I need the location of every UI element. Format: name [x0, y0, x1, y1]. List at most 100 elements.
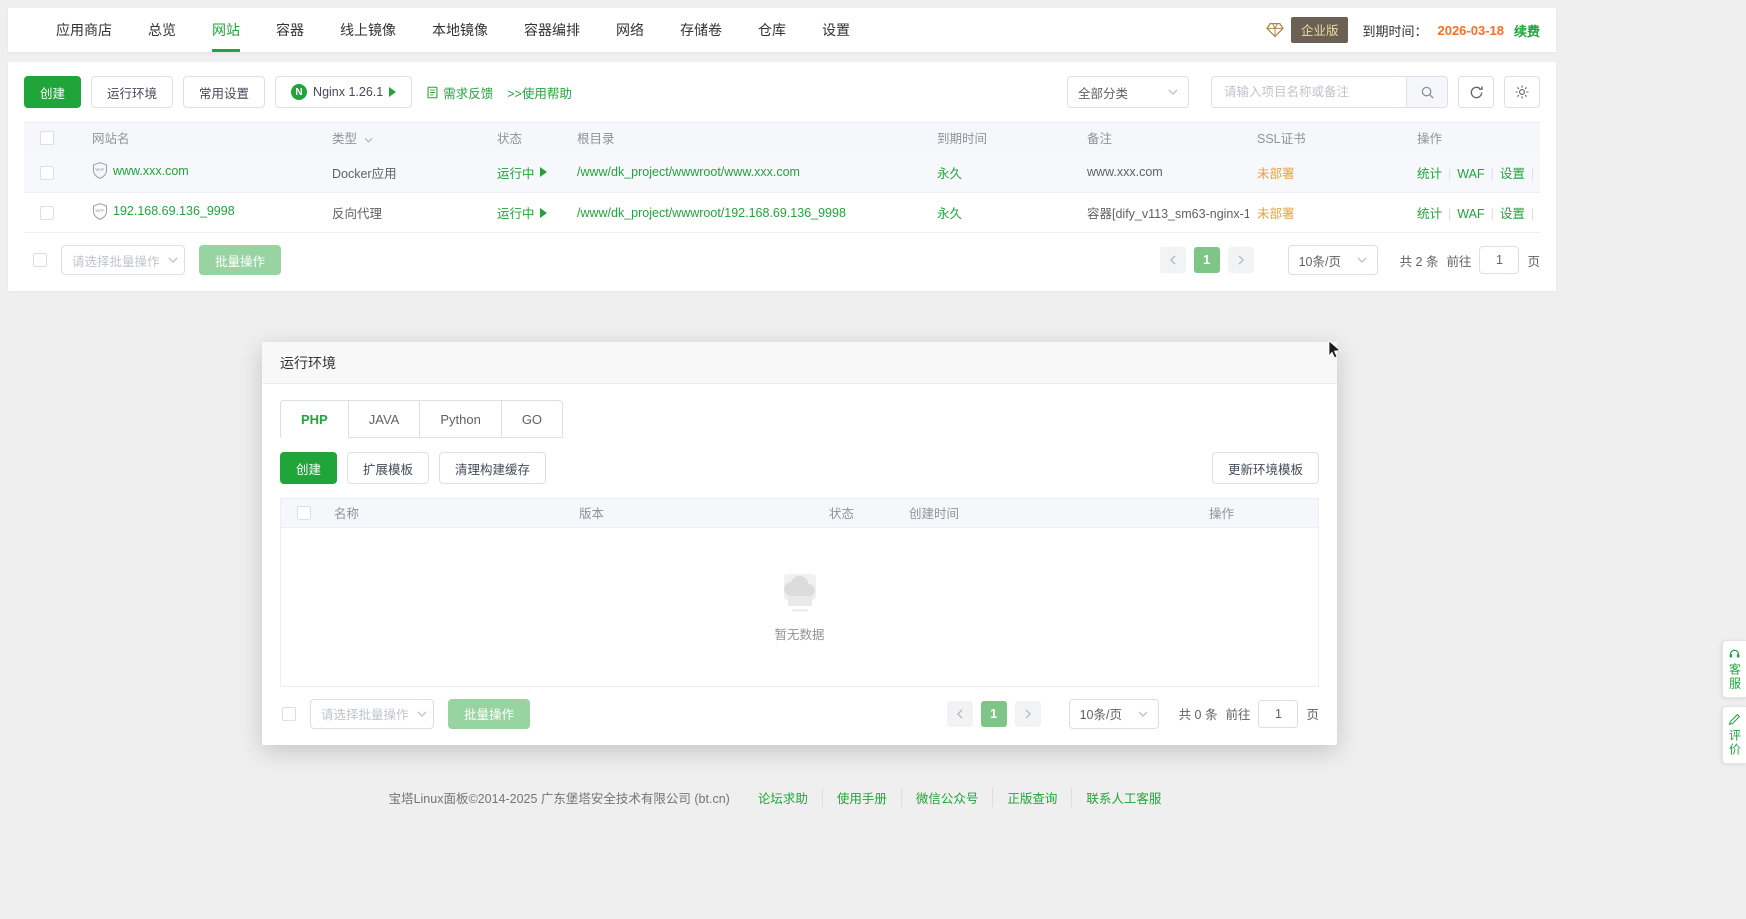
row-actions: 统计|WAF|设置|删除 — [1409, 153, 1540, 193]
env-select-all-checkbox[interactable] — [297, 506, 311, 520]
modal-batch-apply-button[interactable]: 批量操作 — [448, 699, 530, 729]
modal-header: 运行环境 — [262, 342, 1337, 384]
table-settings-button[interactable] — [1504, 76, 1540, 108]
modal-per-page-select[interactable]: 10条/页 — [1069, 699, 1159, 729]
nav-item-website[interactable]: 网站 — [194, 8, 258, 52]
website-toolbar: 创建 运行环境 常用设置 N Nginx 1.26.1 需求反馈 >>使用帮助 … — [24, 76, 1540, 108]
renew-link[interactable]: 续费 — [1514, 21, 1540, 40]
refresh-button[interactable] — [1458, 76, 1494, 108]
page-footer: 宝塔Linux面板©2014-2025 广东堡塔安全技术有限公司 (bt.cn)… — [8, 788, 1556, 807]
site-type: 反向代理 — [324, 193, 489, 233]
nginx-version-button[interactable]: N Nginx 1.26.1 — [275, 76, 412, 108]
nav-item-container[interactable]: 容器 — [258, 8, 322, 52]
top-navigation: 应用商店 总览 网站 容器 线上镜像 本地镜像 容器编排 网络 存储卷 仓库 设… — [8, 8, 1556, 52]
env-header-row: 名称 版本 状态 创建时间 操作 — [281, 499, 1318, 527]
batch-apply-button[interactable]: 批量操作 — [199, 245, 281, 275]
tab-python[interactable]: Python — [420, 400, 501, 438]
table-row: WAF www.xxx.com Docker应用 运行中 /www/dk_pro… — [24, 153, 1540, 193]
pagination: 1 10条/页 共 2 条 前往 页 — [1160, 245, 1540, 275]
empty-state: 暂无数据 — [281, 528, 1318, 686]
waf-action[interactable]: WAF — [1457, 207, 1484, 221]
col-expire: 到期时间 — [929, 123, 1079, 153]
next-page-button[interactable] — [1228, 247, 1254, 273]
stats-action[interactable]: 统计 — [1417, 167, 1442, 181]
env-create-button[interactable]: 创建 — [280, 452, 337, 484]
prev-page-button[interactable] — [947, 701, 973, 727]
per-page-select[interactable]: 10条/页 — [1288, 245, 1378, 275]
footer-link-genuine-check[interactable]: 正版查询 — [992, 788, 1071, 807]
nav-item-overview[interactable]: 总览 — [130, 8, 194, 52]
prev-page-button[interactable] — [1160, 247, 1186, 273]
modal-goto-page-input[interactable] — [1258, 700, 1298, 728]
row-checkbox[interactable] — [40, 206, 54, 220]
feedback-icon — [426, 86, 439, 99]
nav-item-network[interactable]: 网络 — [598, 8, 662, 52]
common-settings-button[interactable]: 常用设置 — [183, 76, 265, 108]
settings-action[interactable]: 设置 — [1500, 207, 1525, 221]
root-dir-link[interactable]: /www/dk_project/wwwroot/192.168.69.136_9… — [577, 206, 846, 220]
feedback-link[interactable]: 需求反馈 — [426, 83, 493, 102]
footer-link-wechat[interactable]: 微信公众号 — [901, 788, 993, 807]
waf-shield-icon[interactable]: WAF — [92, 203, 108, 220]
next-page-button[interactable] — [1015, 701, 1041, 727]
license-info: 企业版 到期时间： 2026-03-18 续费 — [1265, 17, 1556, 43]
stats-action[interactable]: 统计 — [1417, 207, 1442, 221]
waf-shield-icon[interactable]: WAF — [92, 162, 108, 179]
nav-item-volumes[interactable]: 存储卷 — [662, 8, 740, 52]
col-env-name: 名称 — [326, 499, 571, 527]
update-env-template-button[interactable]: 更新环境模板 — [1212, 452, 1319, 484]
chevron-down-icon — [1168, 89, 1178, 95]
row-checkbox[interactable] — [40, 166, 54, 180]
ssl-status[interactable]: 未部署 — [1257, 167, 1295, 181]
page-number-button[interactable]: 1 — [1194, 247, 1220, 273]
settings-action[interactable]: 设置 — [1500, 167, 1525, 181]
tab-java[interactable]: JAVA — [349, 400, 421, 438]
modal-batch-checkbox[interactable] — [282, 707, 296, 721]
ssl-status[interactable]: 未部署 — [1257, 207, 1295, 221]
site-name-link[interactable]: WAF 192.168.69.136_9998 — [92, 203, 235, 220]
clean-build-cache-button[interactable]: 清理构建缓存 — [439, 452, 546, 484]
root-dir-link[interactable]: /www/dk_project/wwwroot/www.xxx.com — [577, 165, 800, 179]
goto-page-input[interactable] — [1479, 246, 1519, 274]
search-input[interactable] — [1211, 76, 1406, 108]
customer-service-button[interactable]: 客服 — [1722, 640, 1746, 698]
search-button[interactable] — [1406, 76, 1448, 108]
batch-operation-bar: 请选择批量操作 批量操作 1 10条/页 共 2 条 前往 — [24, 245, 1540, 275]
nav-item-settings[interactable]: 设置 — [804, 8, 868, 52]
next-icon — [1024, 709, 1032, 719]
modal-page-unit: 页 — [1306, 704, 1319, 723]
review-button[interactable]: 评价 — [1722, 706, 1746, 764]
nav-item-compose[interactable]: 容器编排 — [506, 8, 598, 52]
nav-item-local-images[interactable]: 本地镜像 — [414, 8, 506, 52]
footer-link-support[interactable]: 联系人工客服 — [1071, 788, 1175, 807]
site-status[interactable]: 运行中 — [497, 203, 547, 222]
search-icon — [1420, 85, 1435, 100]
modal-title: 运行环境 — [280, 353, 336, 373]
tab-go[interactable]: GO — [502, 400, 563, 438]
help-link[interactable]: >>使用帮助 — [507, 83, 572, 102]
extend-template-button[interactable]: 扩展模板 — [347, 452, 429, 484]
runtime-env-button[interactable]: 运行环境 — [91, 76, 173, 108]
col-env-created: 创建时间 — [901, 499, 1201, 527]
nav-item-app-store[interactable]: 应用商店 — [38, 8, 130, 52]
tab-php[interactable]: PHP — [280, 400, 349, 438]
env-table: 名称 版本 状态 创建时间 操作 — [281, 499, 1318, 528]
select-all-checkbox[interactable] — [40, 131, 54, 145]
create-site-button[interactable]: 创建 — [24, 76, 81, 108]
batch-action-select[interactable]: 请选择批量操作 — [61, 245, 185, 275]
expire-date: 2026-03-18 — [1437, 23, 1504, 38]
edition-badge: 企业版 — [1291, 17, 1349, 43]
nav-item-repository[interactable]: 仓库 — [740, 8, 804, 52]
nav-item-online-images[interactable]: 线上镜像 — [322, 8, 414, 52]
waf-action[interactable]: WAF — [1457, 167, 1484, 181]
remark-value: 容器[dify_v113_sm63-nginx-1]的 — [1079, 193, 1249, 233]
category-select[interactable]: 全部分类 — [1067, 76, 1189, 108]
site-name-link[interactable]: WAF www.xxx.com — [92, 162, 189, 179]
page-number-button[interactable]: 1 — [981, 701, 1007, 727]
footer-link-manual[interactable]: 使用手册 — [822, 788, 901, 807]
site-status[interactable]: 运行中 — [497, 163, 547, 182]
col-type[interactable]: 类型 — [324, 123, 489, 153]
batch-select-all-checkbox[interactable] — [33, 253, 47, 267]
modal-batch-select[interactable]: 请选择批量操作 — [310, 699, 434, 729]
footer-link-forum[interactable]: 论坛求助 — [744, 788, 822, 807]
